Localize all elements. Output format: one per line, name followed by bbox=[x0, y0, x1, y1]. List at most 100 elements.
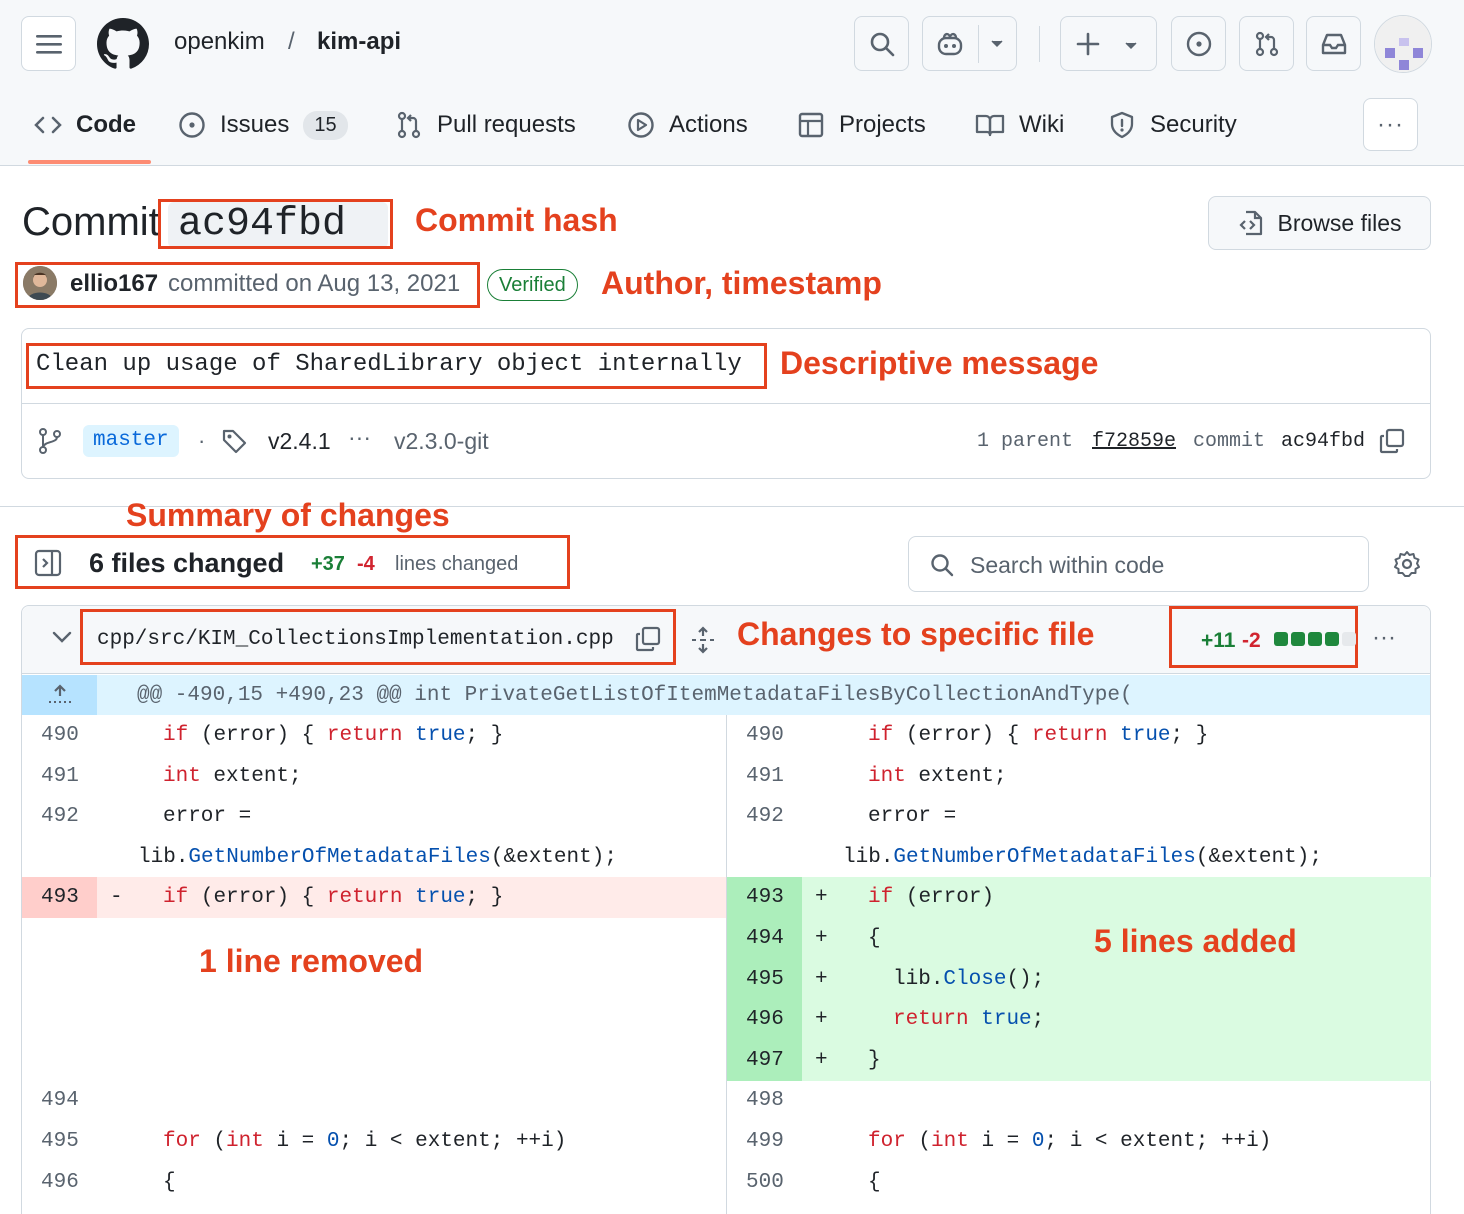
tab-wiki[interactable]: Wiki bbox=[975, 100, 1064, 150]
tag-oldest[interactable]: v2.3.0-git bbox=[394, 428, 489, 455]
diffstat-square bbox=[1325, 632, 1339, 646]
tab-code[interactable]: Code bbox=[34, 100, 136, 150]
line-number[interactable]: 490 bbox=[22, 715, 97, 756]
line-number[interactable]: 492 bbox=[22, 796, 97, 837]
issues-button[interactable] bbox=[1171, 16, 1226, 71]
commit-title-prefix: Commit bbox=[22, 200, 160, 244]
line-number[interactable]: 500 bbox=[727, 1162, 802, 1203]
commit-title: Commit bbox=[22, 200, 160, 245]
tab-pull-requests[interactable]: Pull requests bbox=[395, 100, 576, 150]
line-number[interactable]: 493 bbox=[22, 877, 97, 919]
breadcrumb-owner[interactable]: openkim bbox=[174, 28, 265, 56]
inbox-button[interactable] bbox=[1306, 16, 1361, 71]
copy-hash-button[interactable] bbox=[1378, 427, 1406, 455]
code-line: lib.GetNumberOfMetadataFiles(&extent); bbox=[138, 845, 617, 869]
tab-projects-label: Projects bbox=[839, 111, 926, 138]
code-icon bbox=[34, 116, 62, 134]
line-number[interactable]: 498 bbox=[727, 1080, 802, 1121]
diff-row: 492 error = bbox=[727, 796, 1431, 837]
file-deletions: -2 bbox=[1242, 629, 1261, 652]
user-avatar[interactable] bbox=[1374, 15, 1432, 73]
tab-issues[interactable]: Issues 15 bbox=[178, 100, 348, 150]
code-line: { bbox=[868, 927, 881, 950]
line-number[interactable]: 494 bbox=[727, 918, 802, 959]
line-number[interactable]: 491 bbox=[727, 756, 802, 797]
github-logo[interactable] bbox=[97, 18, 149, 70]
more-tabs-button[interactable]: ··· bbox=[1363, 98, 1418, 151]
lines-changed-label: lines changed bbox=[395, 553, 519, 575]
menu-button[interactable] bbox=[21, 16, 76, 71]
tab-actions[interactable]: Actions bbox=[627, 100, 748, 150]
more-tabs-label: ··· bbox=[1377, 110, 1404, 138]
line-number[interactable]: 496 bbox=[727, 999, 802, 1041]
create-new-button[interactable] bbox=[1060, 16, 1157, 71]
code-line: for (int i = 0; i < extent; ++i) bbox=[868, 1130, 1272, 1153]
annotation-summary: Summary of changes bbox=[126, 497, 450, 533]
copilot-button[interactable] bbox=[922, 16, 1017, 71]
search-within-code-input[interactable]: Search within code bbox=[908, 536, 1369, 592]
diffstat-square bbox=[1342, 632, 1356, 646]
search-placeholder: Search within code bbox=[970, 552, 1165, 578]
parent-label: 1 parent bbox=[977, 430, 1074, 453]
file-menu-button[interactable]: ··· bbox=[1372, 624, 1396, 652]
diff-row: 490 if (error) { return true; } bbox=[727, 715, 1431, 756]
annotation-file: Changes to specific file bbox=[737, 616, 1095, 652]
annotation-commit-hash: Commit hash bbox=[415, 202, 618, 238]
total-deletions: -4 bbox=[357, 553, 375, 575]
tab-code-label: Code bbox=[76, 111, 136, 138]
expand-all-button[interactable] bbox=[690, 626, 716, 654]
line-number[interactable]: 497 bbox=[727, 1039, 802, 1081]
identicon-icon bbox=[1375, 16, 1431, 72]
diff-sign: + bbox=[815, 1008, 828, 1032]
tab-security[interactable]: Security bbox=[1108, 100, 1237, 150]
inbox-icon bbox=[1321, 33, 1346, 54]
line-number[interactable]: 495 bbox=[727, 958, 802, 1000]
line-number[interactable]: 496 bbox=[22, 1162, 97, 1203]
verified-badge[interactable]: Verified bbox=[487, 269, 578, 301]
pull-requests-button[interactable] bbox=[1239, 16, 1294, 71]
line-number[interactable]: 492 bbox=[727, 796, 802, 837]
diff-row: 491 int extent; bbox=[22, 756, 726, 797]
branch-label[interactable]: master bbox=[83, 425, 179, 457]
toggle-file-tree-button[interactable] bbox=[34, 549, 62, 577]
diff-row: lib.GetNumberOfMetadataFiles(&extent); bbox=[22, 837, 726, 878]
diff-sign: + bbox=[815, 927, 828, 950]
tag-icon bbox=[222, 429, 247, 454]
line-number[interactable] bbox=[22, 837, 97, 878]
diff-row: 490 if (error) { return true; } bbox=[22, 715, 726, 756]
copy-icon bbox=[1379, 428, 1405, 454]
code-line: lib.Close(); bbox=[893, 967, 1045, 991]
diff-row: 496 + return true; bbox=[727, 999, 1431, 1041]
search-button[interactable] bbox=[854, 16, 909, 71]
tab-projects[interactable]: Projects bbox=[797, 100, 926, 150]
issue-icon bbox=[179, 112, 205, 138]
tags-ellipsis[interactable]: ··· bbox=[348, 424, 371, 451]
expand-up-button[interactable] bbox=[22, 675, 97, 715]
line-number[interactable]: 490 bbox=[727, 715, 802, 756]
code-line: } bbox=[868, 1048, 881, 1072]
code-line: for (int i = 0; i < extent; ++i) bbox=[163, 1130, 567, 1153]
pull-request-icon bbox=[1255, 31, 1278, 56]
table-icon bbox=[798, 112, 824, 138]
gear-icon bbox=[1394, 551, 1420, 577]
collapse-file-button[interactable] bbox=[52, 630, 72, 644]
unfold-icon bbox=[692, 626, 714, 654]
tab-issues-label: Issues bbox=[220, 111, 290, 138]
copilot-icon bbox=[937, 32, 963, 55]
plus-icon bbox=[1076, 32, 1100, 55]
parent-hash-link[interactable]: f72859e bbox=[1092, 430, 1176, 453]
line-number[interactable]: 493 bbox=[727, 877, 802, 919]
breadcrumb-repo[interactable]: kim-api bbox=[317, 28, 401, 56]
browse-files-button[interactable]: Browse files bbox=[1208, 196, 1431, 250]
diff-row: 497 +} bbox=[727, 1039, 1431, 1081]
line-number[interactable]: 491 bbox=[22, 756, 97, 797]
tag-latest[interactable]: v2.4.1 bbox=[268, 428, 331, 455]
line-number[interactable]: 499 bbox=[727, 1121, 802, 1162]
line-number[interactable]: 495 bbox=[22, 1121, 97, 1162]
line-number[interactable] bbox=[727, 837, 802, 878]
line-number[interactable]: 494 bbox=[22, 1080, 97, 1121]
diff-row: 500 { bbox=[727, 1162, 1431, 1203]
diff-settings-button[interactable] bbox=[1393, 550, 1421, 578]
file-additions: +11 bbox=[1201, 629, 1236, 652]
diff-sign: - bbox=[110, 886, 123, 910]
